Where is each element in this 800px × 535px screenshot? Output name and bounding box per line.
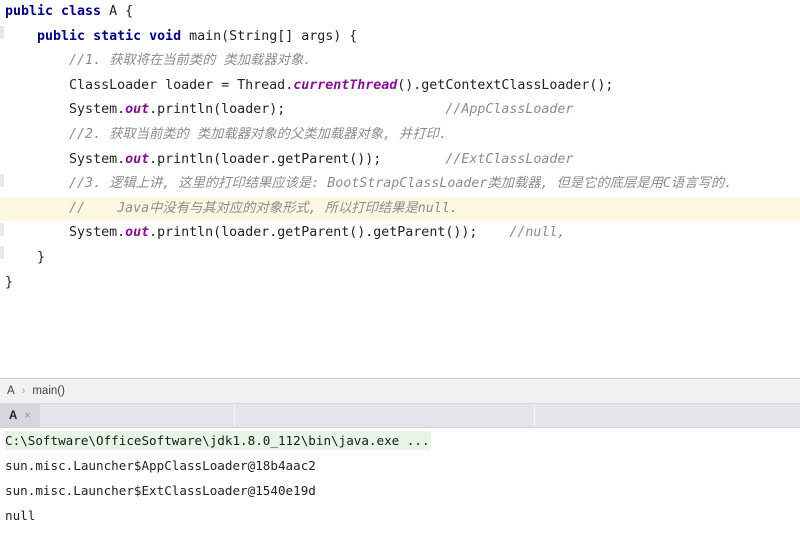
code-token-cmt: //1. 获取将在当前类的 类加载器对象.: [69, 53, 312, 69]
code-line[interactable]: System.out.println(loader.getParent()); …: [0, 148, 800, 173]
code-token-cmt: // Java中没有与其对应的对象形式, 所以打印结果是null.: [69, 200, 458, 216]
code-token-plain: }: [37, 249, 46, 265]
code-line[interactable]: //3. 逻辑上讲, 这里的打印结果应该是: BootStrapClassLoa…: [0, 172, 800, 197]
chevron-right-icon: ›: [21, 385, 26, 397]
breadcrumb: A › main(): [0, 379, 800, 404]
code-token-plain: .println(loader.getParent());: [149, 151, 382, 167]
code-token-plain: }: [5, 274, 14, 290]
code-text-area[interactable]: public class A { public static void main…: [0, 0, 800, 295]
code-token-plain: main(String[] args) {: [189, 28, 358, 44]
code-token-cmt: //3. 逻辑上讲, 这里的打印结果应该是: BootStrapClassLoa…: [69, 176, 733, 192]
code-token-fld: out: [125, 102, 150, 118]
code-line[interactable]: ClassLoader loader = Thread.currentThrea…: [0, 74, 800, 99]
tab-bar-filler-3: [534, 404, 800, 427]
code-token-plain: ClassLoader loader = Thread.: [69, 77, 294, 93]
code-token-fld: currentThread: [293, 77, 398, 93]
console-tab-a[interactable]: A ×: [0, 404, 40, 427]
code-token-plain: System.: [69, 102, 126, 118]
code-token-plain: ().getContextClassLoader();: [397, 77, 614, 93]
code-token-cmt: //2. 获取当前类的 类加载器对象的父类加载器对象, 并打印.: [69, 126, 447, 142]
code-token-plain: System.: [69, 151, 126, 167]
code-token-kw: public class: [5, 4, 110, 19]
breadcrumb-method[interactable]: main(): [32, 385, 65, 397]
console-command-line: C:\Software\OfficeSoftware\jdk1.8.0_112\…: [0, 428, 800, 453]
console-output-line: sun.misc.Launcher$ExtClassLoader@1540e19…: [0, 478, 800, 503]
tab-bar-filler-2: [234, 404, 534, 427]
code-line[interactable]: //2. 获取当前类的 类加载器对象的父类加载器对象, 并打印.: [0, 123, 800, 148]
code-token-cmt: //ExtClassLoader: [381, 151, 574, 167]
code-line[interactable]: public static void main(String[] args) {: [0, 25, 800, 50]
console-tab-bar: A ×: [0, 404, 800, 428]
console-line-text: sun.misc.Launcher$AppClassLoader@18b4aac…: [5, 458, 316, 473]
tab-bar-filler-1: [39, 404, 234, 427]
code-token-plain: System.: [69, 225, 126, 241]
code-token-plain: A {: [109, 4, 134, 19]
console-line-text: C:\Software\OfficeSoftware\jdk1.8.0_112\…: [5, 431, 431, 450]
console-output-line: sun.misc.Launcher$AppClassLoader@18b4aac…: [0, 453, 800, 478]
code-token-fld: out: [125, 151, 150, 167]
console-line-text: sun.misc.Launcher$ExtClassLoader@1540e19…: [5, 483, 316, 498]
code-token-fld: out: [125, 225, 150, 241]
code-line[interactable]: public class A {: [0, 0, 800, 25]
close-icon[interactable]: ×: [24, 410, 30, 422]
console-output-line: null: [0, 503, 800, 528]
code-token-cmt: //AppClassLoader: [285, 102, 574, 118]
run-tool-window: A › main() A × C:\Software\OfficeSoftwar…: [0, 378, 800, 535]
code-line[interactable]: }: [0, 246, 800, 271]
code-token-plain: .println(loader);: [149, 102, 286, 118]
console-line-text: null: [5, 508, 36, 523]
code-line[interactable]: System.out.println(loader.getParent().ge…: [0, 221, 800, 246]
code-token-kw: public static void: [37, 28, 190, 44]
code-token-plain: .println(loader.getParent().getParent())…: [149, 225, 478, 241]
breadcrumb-class[interactable]: A: [7, 385, 15, 397]
code-line[interactable]: //1. 获取将在当前类的 类加载器对象.: [0, 49, 800, 74]
code-line[interactable]: // Java中没有与其对应的对象形式, 所以打印结果是null.: [0, 196, 800, 222]
code-token-cmt: //null,: [477, 225, 566, 241]
code-line[interactable]: }: [0, 271, 800, 296]
code-line[interactable]: System.out.println(loader); //AppClassLo…: [0, 98, 800, 123]
code-editor[interactable]: public class A { public static void main…: [0, 0, 800, 378]
console-tab-label: A: [9, 409, 18, 422]
console-output[interactable]: C:\Software\OfficeSoftware\jdk1.8.0_112\…: [0, 428, 800, 535]
